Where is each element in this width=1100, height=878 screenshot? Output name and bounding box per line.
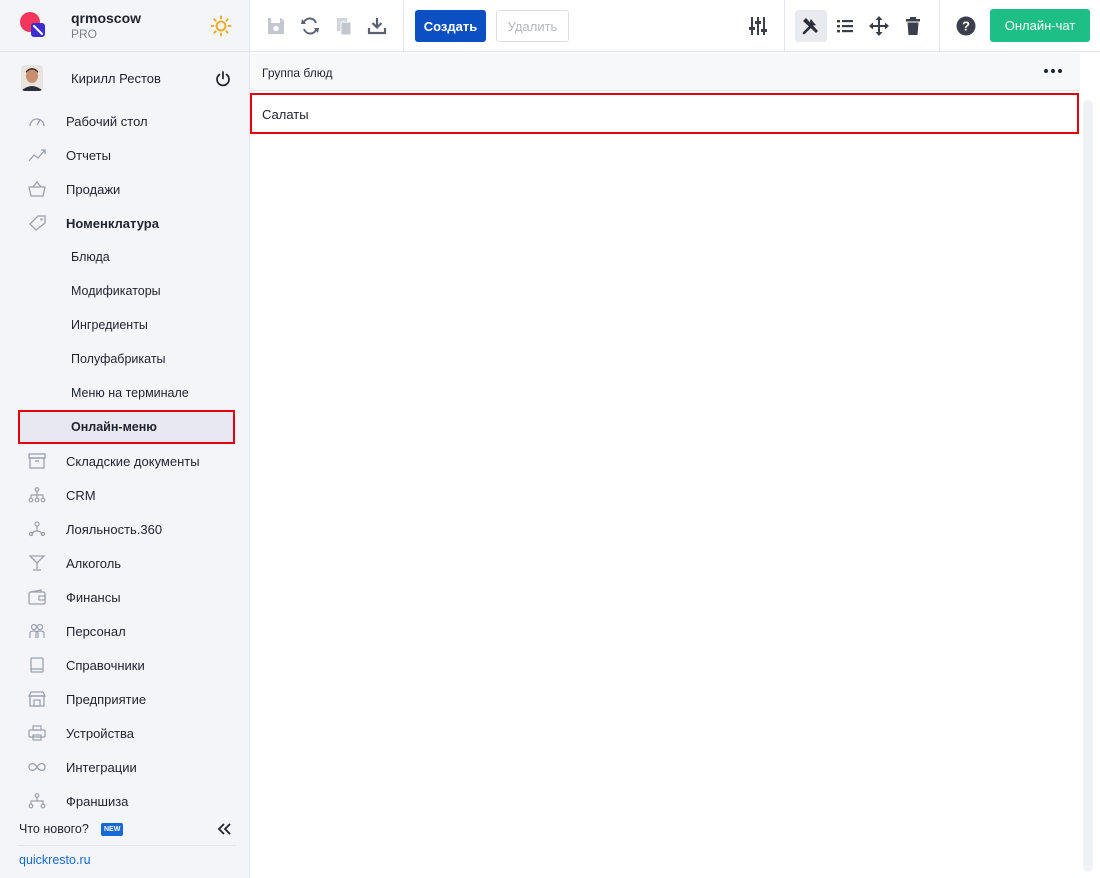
book-icon: [28, 657, 46, 673]
sidebar-item-alcohol[interactable]: Алкоголь: [0, 546, 249, 580]
store-icon: [28, 691, 46, 707]
collapse-sidebar-icon[interactable]: [216, 821, 232, 837]
user-name[interactable]: Кирилл Рестов: [71, 71, 161, 86]
sidebar-footer: quickresto.ru: [17, 845, 236, 867]
download-icon[interactable]: [366, 15, 388, 37]
whats-new[interactable]: Что нового? NEW: [0, 812, 249, 844]
toolbar-divider: [403, 0, 404, 52]
sidebar-item-label: Складские документы: [66, 453, 200, 469]
refresh-icon[interactable]: [299, 15, 321, 37]
sidebar-item-label: Отчеты: [66, 147, 111, 163]
sidebar-nav: Рабочий стол Отчеты Продажи Номенклатура…: [0, 104, 249, 818]
move-icon[interactable]: [868, 15, 890, 37]
sidebar-item-crm[interactable]: CRM: [0, 478, 249, 512]
save-icon[interactable]: [265, 15, 287, 37]
wallet-icon: [28, 589, 46, 605]
people-icon: [28, 623, 46, 639]
table-row[interactable]: Салаты: [250, 93, 1079, 134]
chart-icon: [28, 147, 46, 163]
sidebar-item-reports[interactable]: Отчеты: [0, 138, 249, 172]
sun-icon[interactable]: [210, 15, 232, 37]
franchise-icon: [28, 793, 46, 809]
trash-icon[interactable]: [902, 15, 924, 37]
company-name: qrmoscow: [71, 10, 142, 26]
sidebar-subitem-dishes[interactable]: Блюда: [0, 240, 249, 274]
sidebar-item-label: Финансы: [66, 589, 121, 605]
main-content: Группа блюд Салаты: [250, 53, 1100, 878]
sidebar-subitem-online-menu[interactable]: Онлайн-меню: [18, 410, 235, 444]
delete-button[interactable]: Удалить: [496, 10, 569, 42]
sidebar-item-label: Предприятие: [66, 691, 147, 707]
sliders-icon[interactable]: [747, 15, 769, 37]
sidebar-item-label: Интеграции: [66, 759, 137, 775]
loyalty-icon: [28, 521, 46, 537]
table-cell-name: Салаты: [262, 107, 309, 122]
sidebar-subitem-label: Блюда: [71, 250, 110, 264]
scrollbar[interactable]: [1083, 100, 1093, 872]
sidebar-item-label: Персонал: [66, 623, 126, 639]
tools-icon[interactable]: [800, 15, 822, 37]
sidebar-subitem-label: Полуфабрикаты: [71, 352, 166, 366]
sidebar-subitem-semifinished[interactable]: Полуфабрикаты: [0, 342, 249, 376]
infinity-icon: [28, 759, 46, 775]
sidebar-item-integrations[interactable]: Интеграции: [0, 750, 249, 784]
sidebar-subitem-terminal-menu[interactable]: Меню на терминале: [0, 376, 249, 410]
sidebar: qrmoscow PRO Кирилл Рестов Рабочий стол …: [0, 0, 250, 878]
create-button[interactable]: Создать: [415, 10, 486, 42]
avatar[interactable]: [21, 65, 43, 91]
copy-icon[interactable]: [333, 15, 355, 37]
sidebar-item-sales[interactable]: Продажи: [0, 172, 249, 206]
sidebar-item-warehouse[interactable]: Складские документы: [0, 444, 249, 478]
sidebar-item-label: Лояльность.360: [66, 521, 163, 537]
grid-header: Группа блюд: [250, 53, 1080, 91]
online-chat-button[interactable]: Онлайн-чат: [990, 9, 1090, 42]
column-header-dish-group[interactable]: Группа блюд: [262, 66, 332, 80]
sidebar-item-nomenclature[interactable]: Номенклатура: [0, 206, 249, 240]
tag-icon: [28, 215, 46, 231]
svg-text:?: ?: [962, 19, 970, 34]
sidebar-subitem-label: Онлайн-меню: [71, 420, 157, 434]
basket-icon: [28, 181, 46, 197]
more-options-icon[interactable]: [1043, 63, 1063, 79]
user-panel: Кирилл Рестов: [0, 52, 249, 104]
sidebar-item-loyalty[interactable]: Лояльность.360: [0, 512, 249, 546]
sidebar-subitem-label: Меню на терминале: [71, 386, 189, 400]
sidebar-subitem-label: Модификаторы: [71, 284, 161, 298]
list-icon[interactable]: [834, 15, 856, 37]
sidebar-subitem-label: Ингредиенты: [71, 318, 148, 332]
hierarchy-icon: [28, 487, 46, 503]
power-icon[interactable]: [214, 70, 232, 88]
sidebar-item-dashboard[interactable]: Рабочий стол: [0, 104, 249, 138]
sidebar-item-label: Франшиза: [66, 793, 129, 809]
sidebar-item-devices[interactable]: Устройства: [0, 716, 249, 750]
sidebar-item-label: Алкоголь: [66, 555, 122, 571]
toolbar-divider: [939, 0, 940, 52]
new-badge: NEW: [101, 823, 124, 836]
sidebar-subitem-modifiers[interactable]: Модификаторы: [0, 274, 249, 308]
sidebar-item-directories[interactable]: Справочники: [0, 648, 249, 682]
plan-label: PRO: [71, 27, 98, 41]
sidebar-item-label: Номенклатура: [66, 215, 159, 231]
sidebar-item-label: Справочники: [66, 657, 145, 673]
printer-icon: [28, 725, 46, 741]
sidebar-item-label: Продажи: [66, 181, 121, 197]
help-icon[interactable]: ?: [955, 15, 977, 37]
brand-logo[interactable]: [19, 11, 47, 39]
toolbar: Создать Удалить ? Онлайн-чат: [250, 0, 1100, 52]
toolbar-divider: [784, 0, 785, 52]
archive-icon: [28, 453, 46, 469]
sidebar-item-enterprise[interactable]: Предприятие: [0, 682, 249, 716]
sidebar-item-label: Рабочий стол: [66, 113, 148, 129]
sidebar-item-label: Устройства: [66, 725, 135, 741]
cocktail-icon: [28, 555, 46, 571]
dashboard-icon: [28, 113, 46, 129]
website-link[interactable]: quickresto.ru: [19, 853, 91, 867]
brand-header: qrmoscow PRO: [0, 0, 249, 52]
sidebar-item-label: CRM: [66, 487, 96, 503]
whats-new-label[interactable]: Что нового?: [19, 822, 89, 836]
sidebar-item-staff[interactable]: Персонал: [0, 614, 249, 648]
sidebar-subitem-ingredients[interactable]: Ингредиенты: [0, 308, 249, 342]
sidebar-item-finance[interactable]: Финансы: [0, 580, 249, 614]
